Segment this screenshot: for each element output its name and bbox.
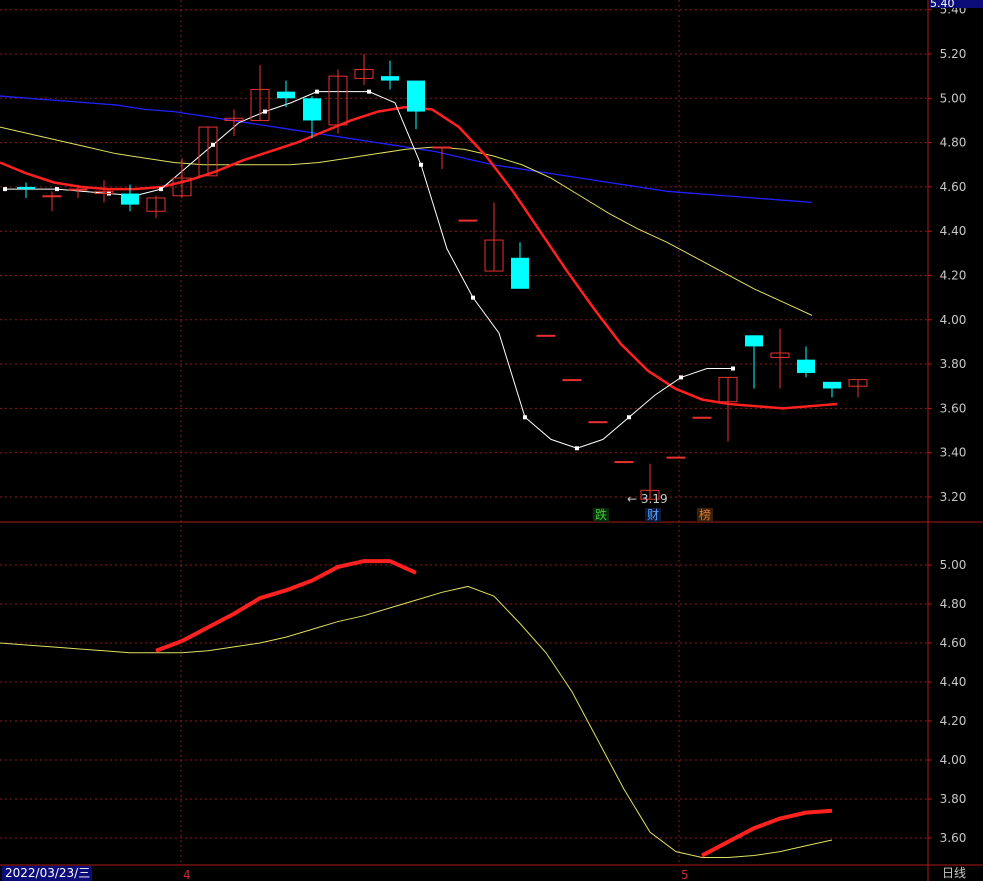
candle-body [797, 359, 815, 373]
ma-white-point [471, 295, 475, 300]
y-tick-label: 5.20 [940, 47, 967, 61]
y-tick-label: 4.40 [940, 224, 967, 238]
candlesticks [17, 54, 868, 500]
y-tick-label: 3.60 [940, 831, 967, 845]
ma-white-point [55, 187, 59, 192]
candle-body [511, 257, 529, 289]
ma-white-point [627, 415, 631, 420]
candle-body [666, 456, 686, 459]
candle-body [745, 335, 763, 347]
candle-body [407, 80, 425, 112]
y-tick-label: 4.80 [940, 136, 967, 150]
date-label: 2022/03/23/三 [2, 866, 92, 881]
candle-body [277, 91, 295, 99]
ma-red-line [0, 105, 838, 410]
candle-body [536, 334, 556, 337]
ma-white-point [367, 89, 371, 94]
candle-body [588, 421, 608, 424]
y-tick-label: 3.20 [940, 490, 967, 504]
ma-white-point [159, 187, 163, 192]
ma-white-point [3, 187, 7, 192]
ma-white-point [679, 375, 683, 380]
indicator-yellow-line [0, 585, 833, 858]
x-axis-ticks: 45 [183, 868, 689, 881]
badge-ranking[interactable]: 榜 [697, 508, 714, 522]
candle-body [614, 461, 634, 464]
y-tick-label: 4.00 [940, 313, 967, 327]
candle-body [303, 98, 321, 121]
y-tick-label: 4.40 [940, 675, 967, 689]
candle-body [42, 195, 62, 198]
indicator-red-line [701, 808, 833, 858]
ma-yellow-line [0, 126, 813, 316]
y-tick-label: 3.40 [940, 446, 967, 460]
grid-lines [0, 0, 928, 865]
candle-body [432, 146, 452, 149]
ma-white-point [419, 162, 423, 167]
y-tick-label: 4.20 [940, 714, 967, 728]
y-tick-label: 5.00 [940, 558, 967, 572]
candle-body [562, 379, 582, 382]
ma-white-line [5, 91, 733, 449]
y-tick-label: 4.20 [940, 269, 967, 283]
ma-white-point [731, 366, 735, 371]
ma-white-point [523, 415, 527, 420]
y-tick-label: 3.80 [940, 357, 967, 371]
candle-body [381, 76, 399, 81]
y-tick-label: 3.60 [940, 401, 967, 415]
y-tick-label: 4.80 [940, 597, 967, 611]
candle-body [458, 219, 478, 222]
candle-body [692, 416, 712, 419]
low-price-marker: ← 3.19 [627, 492, 668, 506]
badge-fall[interactable]: 跌 [593, 508, 610, 522]
x-tick-label: 5 [681, 868, 689, 881]
ma-white-point [315, 89, 319, 94]
y-tick-label: 4.60 [940, 180, 967, 194]
current-price-box: 5.40 [930, 0, 983, 8]
panel-borders [0, 0, 983, 881]
y-tick-label: 5.00 [940, 91, 967, 105]
y-axis-ticks: 5.405.205.004.804.604.404.204.003.803.60… [928, 3, 966, 845]
candle-body [823, 381, 841, 389]
y-tick-label: 4.00 [940, 753, 967, 767]
indicator-lines [0, 559, 833, 858]
period-label[interactable]: 日线 [942, 866, 966, 881]
ma-white-point [211, 142, 215, 147]
candle-body [121, 193, 139, 205]
y-tick-label: 4.60 [940, 636, 967, 650]
candle-body [68, 188, 88, 191]
stock-chart: 5.40 5.20 5.00 4.80 4.60 4.40 4.20 4.00 3.80 3.60… [0, 0, 983, 881]
ma-white-point [575, 446, 579, 451]
y-tick-label: 3.80 [940, 792, 967, 806]
candle-body [17, 186, 35, 190]
moving-average-lines [0, 89, 838, 451]
ma-white-point [263, 109, 267, 114]
badge-finance[interactable]: 财 [645, 508, 662, 522]
x-tick-label: 4 [183, 868, 191, 881]
